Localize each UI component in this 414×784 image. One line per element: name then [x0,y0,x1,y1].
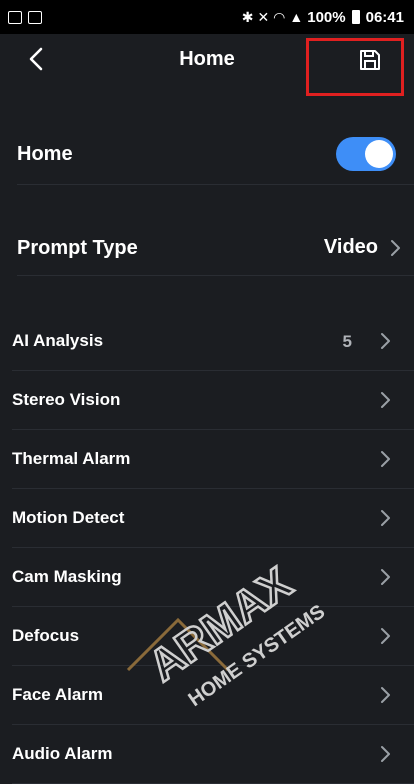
chevron-right-icon [381,687,390,703]
gallery-notification-icon [8,10,22,24]
status-bar: ✱ ✕ ◠ ▲ 100% 06:41 [0,0,414,34]
chevron-right-icon [381,510,390,526]
home-row: Home [0,128,414,180]
menu-item-label: Motion Detect [12,508,125,527]
menu-item-count: 5 [342,332,352,351]
menu-item[interactable]: Thermal Alarm [0,430,414,488]
bluetooth-icon: ✱ [241,8,254,25]
menu-item-label: Defocus [12,626,80,645]
menu-item-label: Thermal Alarm [12,449,131,468]
divider [17,275,414,276]
menu-item-label: AI Analysis [12,331,104,350]
battery-percent: 100% [307,8,346,26]
navigation-bar: Home [0,34,414,96]
chevron-right-icon [391,240,400,256]
prompt-type-label: Prompt Type [17,236,138,259]
clock: 06:41 [365,8,404,26]
menu-item-label: Audio Alarm [12,744,113,763]
divider [17,184,414,185]
menu-item[interactable]: Audio Alarm [0,725,414,783]
chevron-right-icon [381,451,390,467]
save-icon[interactable] [358,48,382,72]
menu-item[interactable]: Face Alarm [0,666,414,724]
chevron-right-icon [381,569,390,585]
chevron-right-icon [381,628,390,644]
signal-icon: ▲ [289,9,304,25]
home-label: Home [17,142,73,165]
menu-item[interactable]: Stereo Vision [0,371,414,429]
prompt-type-value: Video [323,236,378,258]
image-notification-icon [28,10,42,24]
battery-icon [351,10,360,24]
toggle-knob [365,140,393,168]
mute-icon: ✕ [257,8,270,25]
chevron-right-icon [381,333,390,349]
home-toggle[interactable] [336,137,396,171]
menu-item[interactable]: Cam Masking [0,548,414,606]
menu-item[interactable]: Defocus [0,607,414,665]
menu-item[interactable]: AI Analysis 5 [0,312,414,370]
menu-item-label: Cam Masking [12,567,122,586]
wifi-icon: ◠ [273,8,286,25]
chevron-right-icon [381,746,390,762]
prompt-type-row[interactable]: Prompt Type Video [0,222,414,274]
save-highlight-box [306,38,404,96]
chevron-right-icon [381,392,390,408]
menu-item[interactable]: Motion Detect [0,489,414,547]
menu-item-label: Face Alarm [12,685,104,704]
menu-item-label: Stereo Vision [12,390,121,409]
